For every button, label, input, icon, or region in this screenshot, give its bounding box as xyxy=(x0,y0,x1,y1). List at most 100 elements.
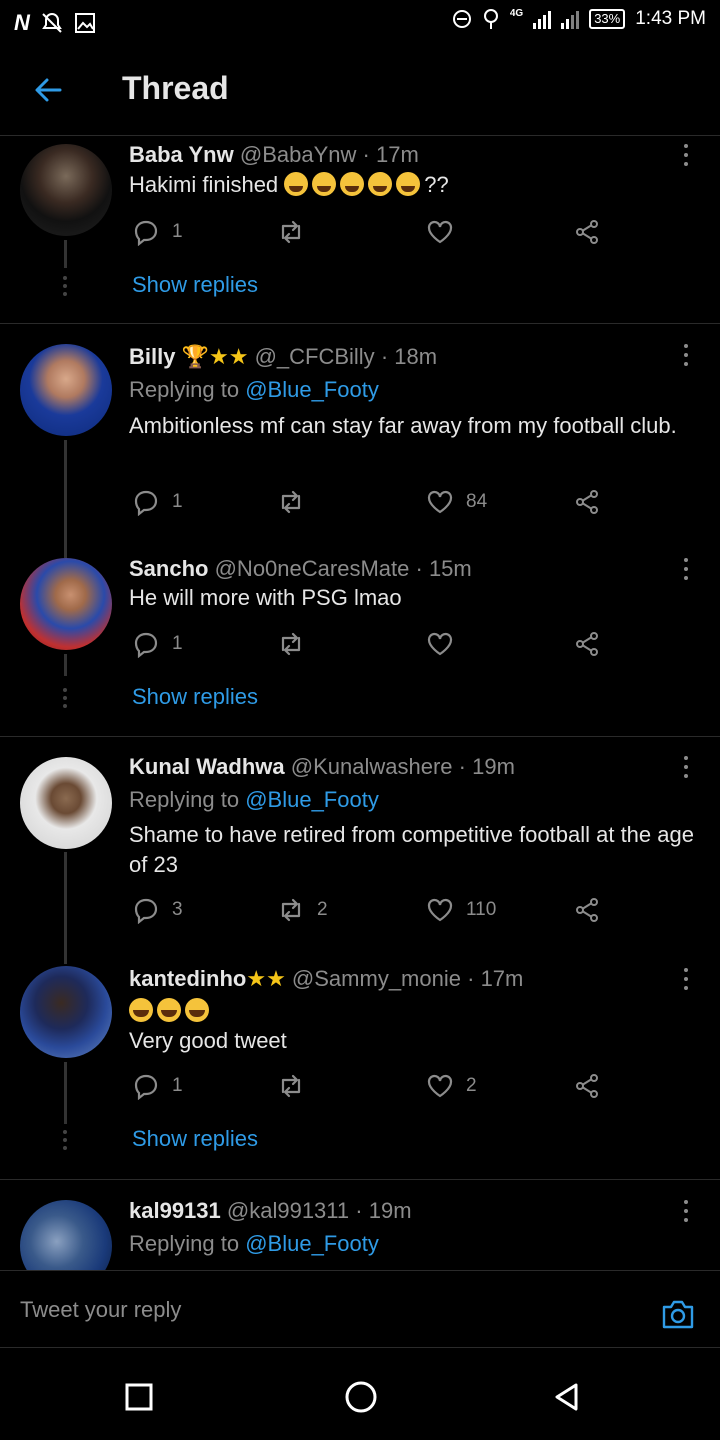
share-button[interactable] xyxy=(573,630,601,658)
more-options-icon[interactable] xyxy=(682,968,690,990)
retweet-button[interactable]: 2 xyxy=(277,896,328,924)
arrow-left-icon[interactable] xyxy=(30,72,66,108)
retweet-icon xyxy=(281,898,301,922)
emoji-laugh-icon xyxy=(157,998,181,1022)
retweet-icon xyxy=(281,632,301,656)
clock: 1:43 PM xyxy=(635,8,706,29)
emoji-cry-icon xyxy=(368,172,393,196)
author-name[interactable]: kal99131 xyxy=(129,1198,221,1223)
share-icon xyxy=(576,220,598,244)
reply-input[interactable] xyxy=(20,1293,620,1327)
reply-button[interactable]: 1 xyxy=(132,218,183,246)
more-options-icon[interactable] xyxy=(682,344,690,366)
avatar[interactable] xyxy=(20,558,112,650)
more-options-icon[interactable] xyxy=(682,1200,690,1222)
author-name[interactable]: Billy xyxy=(129,344,175,369)
reply-icon xyxy=(134,1074,158,1100)
back-triangle-icon[interactable] xyxy=(552,1382,582,1412)
alarm-icon xyxy=(483,9,498,29)
avatar[interactable] xyxy=(20,144,112,236)
battery-indicator: 33% xyxy=(589,9,626,29)
reply-button[interactable]: 1 xyxy=(132,630,183,658)
avatar[interactable] xyxy=(20,966,112,1058)
reply-button[interactable]: 1 xyxy=(132,1072,183,1100)
tweet-actions: 1 xyxy=(132,630,612,662)
author-handle: @No0neCaresMate xyxy=(214,556,410,581)
reply-icon xyxy=(134,220,158,246)
name-badges: 🏆★★ xyxy=(181,344,249,369)
tweet-header: Billy 🏆★★ @_CFCBilly · 18m xyxy=(129,344,438,369)
share-button[interactable] xyxy=(573,1072,601,1100)
tweet-actions: 3 2 110 xyxy=(132,896,612,928)
system-nav-bar xyxy=(0,1348,720,1440)
like-button[interactable]: 2 xyxy=(426,1072,477,1100)
tweet-text: He will more with PSG lmao xyxy=(129,585,402,610)
home-circle-icon[interactable] xyxy=(344,1380,378,1414)
like-button[interactable]: 84 xyxy=(426,488,487,516)
reply-composer xyxy=(0,1270,720,1348)
show-replies-link[interactable]: Show replies xyxy=(132,1126,258,1152)
reply-icon xyxy=(134,490,158,516)
share-icon xyxy=(576,1074,598,1098)
tweet-actions: 1 84 xyxy=(132,488,612,520)
tweet-actions: 1 2 xyxy=(132,1072,612,1104)
camera-icon[interactable] xyxy=(660,1297,696,1331)
tweet-time: 17m xyxy=(480,966,524,991)
author-handle: @BabaYnw xyxy=(239,142,357,167)
replying-to: Replying to @Blue_Footy xyxy=(129,1231,379,1256)
replying-to-link[interactable]: @Blue_Footy xyxy=(245,787,379,812)
share-button[interactable] xyxy=(573,896,601,924)
reply-button[interactable]: 3 xyxy=(132,896,183,924)
network-type: 4G xyxy=(509,8,524,19)
show-replies-link[interactable]: Show replies xyxy=(132,684,258,710)
avatar[interactable] xyxy=(20,757,112,849)
reply-button[interactable]: 1 xyxy=(132,488,183,516)
more-options-icon[interactable] xyxy=(682,756,690,778)
tweet-header: kantedinho★★ @Sammy_monie · 17m xyxy=(129,966,524,991)
share-button[interactable] xyxy=(573,488,601,516)
avatar[interactable] xyxy=(20,344,112,436)
author-name[interactable]: kantedinho xyxy=(129,966,246,991)
more-options-icon[interactable] xyxy=(682,144,690,166)
retweet-icon xyxy=(281,220,301,244)
emoji-cry-icon xyxy=(312,172,337,196)
app-bar: Thread xyxy=(0,46,720,136)
retweet-button[interactable] xyxy=(277,1072,317,1100)
replying-to: Replying to @Blue_Footy xyxy=(129,377,379,402)
notification-off-icon xyxy=(42,12,62,33)
tweet-text: Ambitionless mf can stay far away from m… xyxy=(129,413,677,438)
author-handle: @Kunalwashere xyxy=(290,754,453,779)
like-button[interactable] xyxy=(426,630,466,658)
author-name[interactable]: Kunal Wadhwa xyxy=(129,754,285,779)
show-replies-link[interactable]: Show replies xyxy=(132,272,258,298)
retweet-button[interactable] xyxy=(277,630,317,658)
like-button[interactable] xyxy=(426,218,466,246)
retweet-button[interactable] xyxy=(277,488,317,516)
emoji-cry-icon xyxy=(340,172,365,196)
tweet-time: 17m xyxy=(375,142,419,167)
recents-square-icon[interactable] xyxy=(124,1382,154,1412)
replying-to-link[interactable]: @Blue_Footy xyxy=(245,377,379,402)
tweet-time: 15m xyxy=(428,556,472,581)
like-button[interactable]: 110 xyxy=(426,896,496,924)
more-options-icon[interactable] xyxy=(682,558,690,580)
replying-to-link[interactable]: @Blue_Footy xyxy=(245,1231,379,1256)
tweet-actions: 1 xyxy=(132,218,612,250)
share-button[interactable] xyxy=(573,218,601,246)
avatar[interactable] xyxy=(20,1200,112,1270)
author-handle: @Sammy_monie xyxy=(291,966,461,991)
heart-icon xyxy=(427,490,453,514)
reply-icon xyxy=(134,632,158,658)
retweet-button[interactable] xyxy=(277,218,317,246)
author-name[interactable]: Baba Ynw xyxy=(129,142,234,167)
image-icon xyxy=(74,13,95,33)
tweet-header: Sancho @No0neCaresMate · 15m xyxy=(129,556,472,581)
signal-icon xyxy=(561,9,580,29)
author-name[interactable]: Sancho xyxy=(129,556,208,581)
do-not-disturb-icon xyxy=(452,10,471,28)
heart-icon xyxy=(427,898,453,922)
tweet-header: kal99131 @kal991311 · 19m xyxy=(129,1198,412,1223)
tweet-text: Hakimi finished ?? xyxy=(129,172,449,197)
share-icon xyxy=(576,898,598,922)
thread-feed[interactable]: Baba Ynw @BabaYnw · 17m Hakimi finished … xyxy=(0,136,720,1270)
